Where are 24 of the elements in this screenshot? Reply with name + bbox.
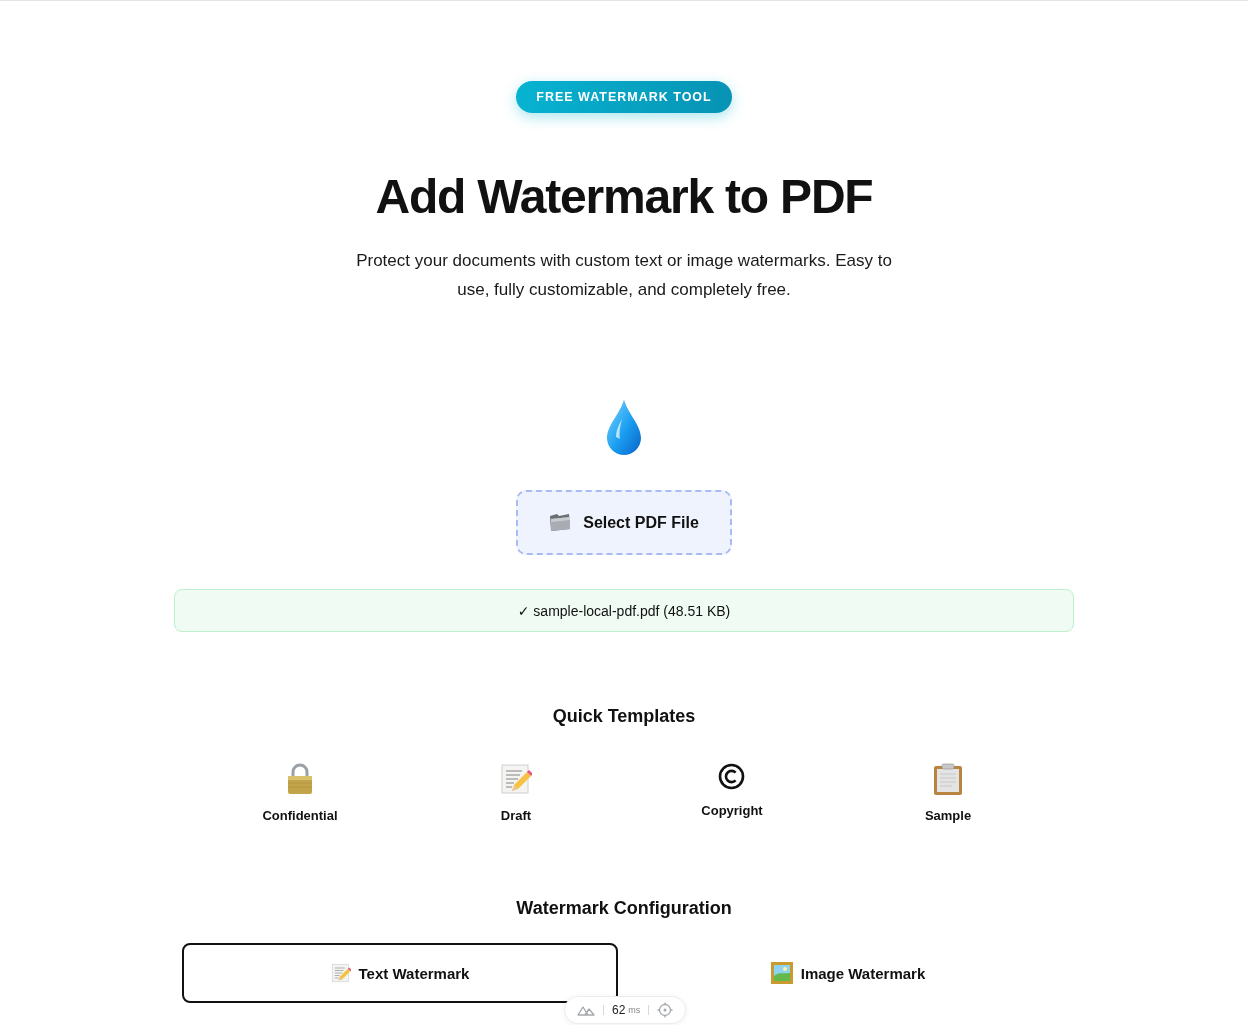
copyright-icon <box>718 763 746 790</box>
water-drop-icon <box>607 399 641 455</box>
file-status-message: ✓ sample-local-pdf.pdf (48.51 KB) <box>174 589 1074 632</box>
tool-badge: FREE WATERMARK TOOL <box>516 81 732 113</box>
render-time: 62 <box>612 1003 626 1017</box>
memo-pencil-icon <box>330 963 351 983</box>
template-option[interactable]: Sample <box>924 763 972 824</box>
memo-pencil-icon <box>500 763 532 795</box>
select-file-button[interactable]: Select PDF File <box>516 490 732 555</box>
template-option[interactable]: Draft <box>500 763 532 824</box>
framed-picture-icon <box>770 962 793 984</box>
clipboard-icon <box>933 763 963 795</box>
template-option[interactable]: Confidential <box>262 763 338 824</box>
template-option[interactable]: Copyright <box>701 763 763 819</box>
time-unit: ms <box>628 1005 641 1015</box>
lock-icon <box>287 763 313 795</box>
folder-icon <box>549 513 572 532</box>
page-title: Add Watermark to PDF <box>375 169 873 225</box>
page-subtitle: Protect your documents with custom text or image watermarks. Easy to use, fully customizable, and completely free. <box>355 250 893 301</box>
section-heading: Quick Templates <box>552 705 696 728</box>
section-heading: Watermark Configuration <box>516 897 732 920</box>
mountains-icon <box>577 1004 595 1016</box>
watermark-type-tab[interactable]: Text Watermark <box>182 943 618 1003</box>
target-icon <box>657 1002 674 1018</box>
